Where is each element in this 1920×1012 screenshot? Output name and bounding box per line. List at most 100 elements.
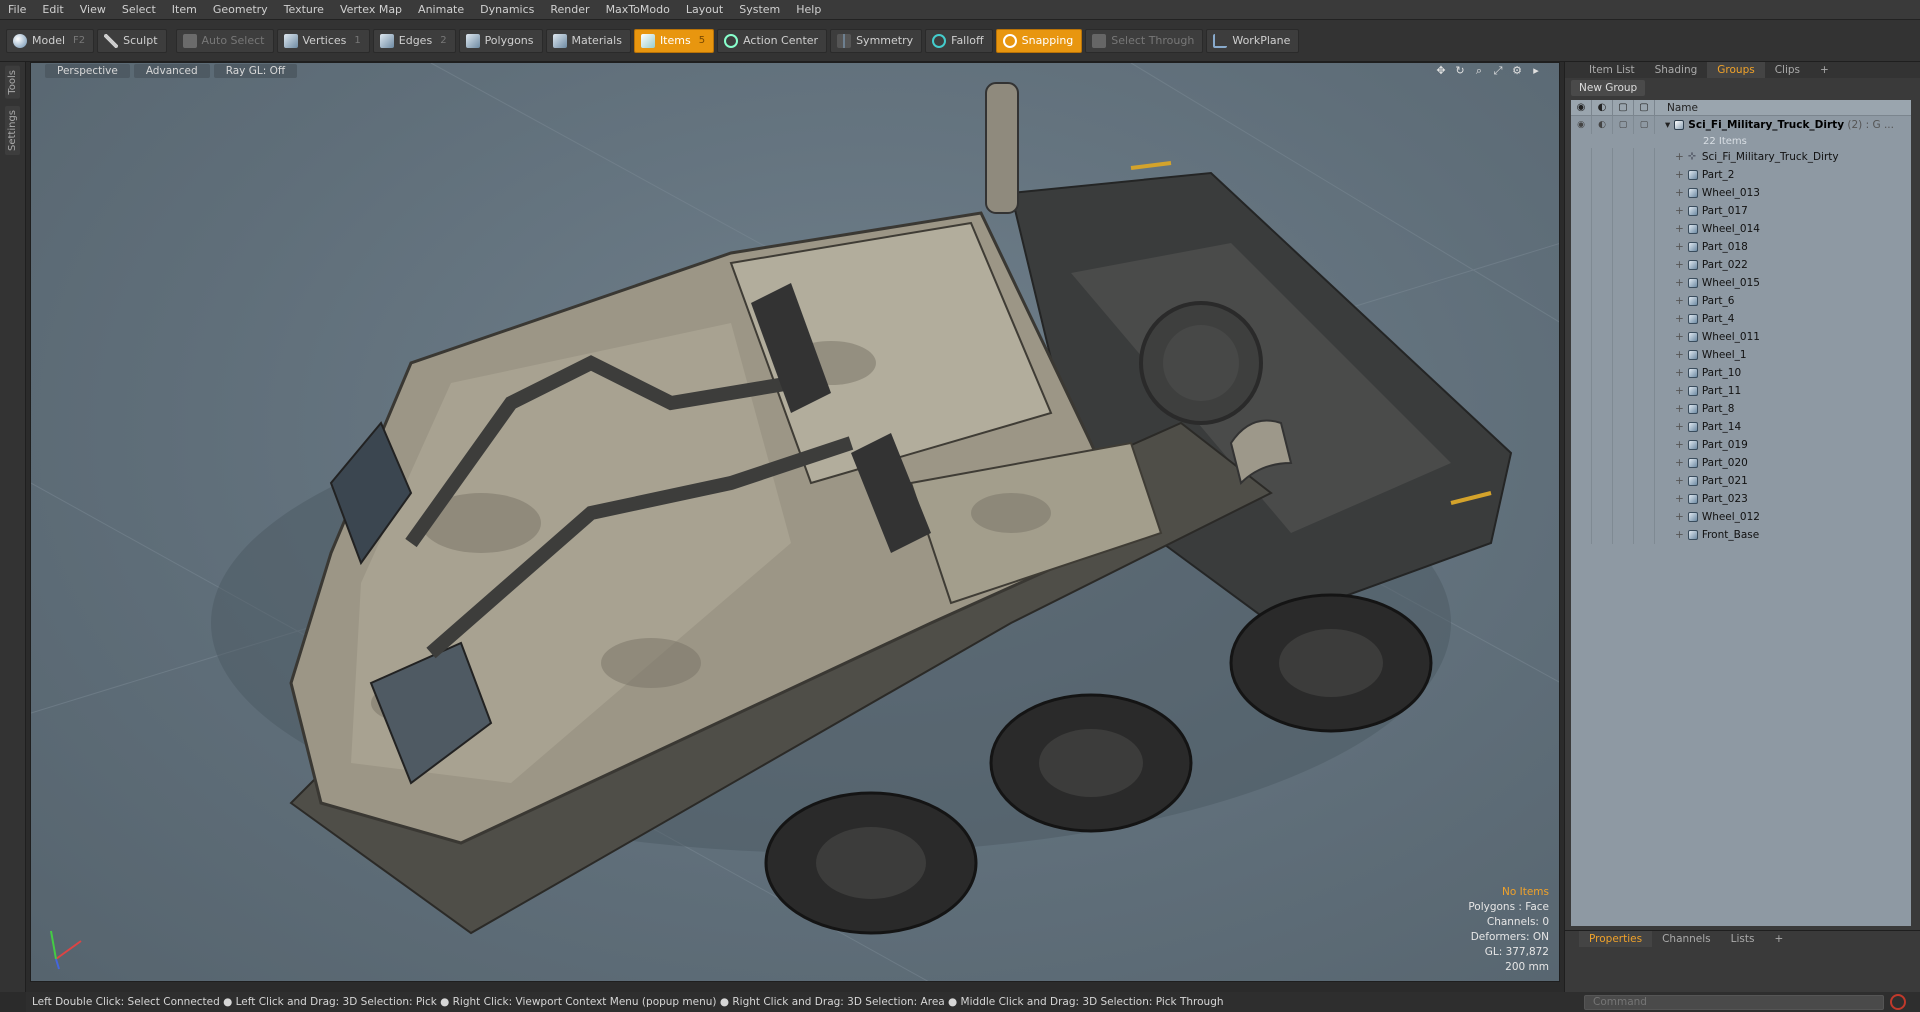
render-icon[interactable]: [1592, 436, 1613, 454]
lock-icon[interactable]: [1613, 220, 1634, 238]
expand-icon[interactable]: +: [1675, 385, 1684, 397]
select-icon[interactable]: [1634, 202, 1655, 220]
lock-icon[interactable]: ▢: [1613, 116, 1634, 134]
lock-icon[interactable]: [1613, 184, 1634, 202]
lock-column-icon[interactable]: ▢: [1613, 100, 1634, 116]
advanced-menu[interactable]: Advanced: [133, 64, 210, 78]
record-icon[interactable]: [1890, 994, 1906, 1010]
menu-system[interactable]: System: [731, 0, 788, 20]
render-icon[interactable]: [1592, 364, 1613, 382]
menu-maxtomodo[interactable]: MaxToModo: [598, 0, 678, 20]
menu-item[interactable]: Item: [164, 0, 205, 20]
lock-icon[interactable]: [1613, 202, 1634, 220]
render-icon[interactable]: [1592, 328, 1613, 346]
menu-animate[interactable]: Animate: [410, 0, 472, 20]
eye-icon[interactable]: [1571, 508, 1592, 526]
add-tab-icon[interactable]: +: [1764, 931, 1793, 947]
menu-layout[interactable]: Layout: [678, 0, 731, 20]
eye-icon[interactable]: [1571, 472, 1592, 490]
render-icon[interactable]: [1592, 256, 1613, 274]
eye-icon[interactable]: [1571, 436, 1592, 454]
action-center-button[interactable]: Action Center: [717, 28, 828, 53]
lock-icon[interactable]: [1613, 400, 1634, 418]
eye-icon[interactable]: [1571, 184, 1592, 202]
render-icon[interactable]: [1592, 508, 1613, 526]
render-icon[interactable]: [1592, 382, 1613, 400]
expand-icon[interactable]: +: [1675, 403, 1684, 415]
list-item[interactable]: + Part_11: [1571, 382, 1911, 400]
menu-select[interactable]: Select: [114, 0, 164, 20]
pan-icon[interactable]: ✥: [1434, 65, 1448, 77]
eye-icon[interactable]: [1571, 400, 1592, 418]
3d-viewport[interactable]: Perspective Advanced Ray GL: Off ✥ ↻ ⌕ ⤢…: [30, 62, 1560, 982]
menu-geometry[interactable]: Geometry: [205, 0, 276, 20]
settings-tab[interactable]: Settings: [5, 106, 20, 156]
select-icon[interactable]: [1634, 292, 1655, 310]
render-icon[interactable]: [1592, 148, 1613, 166]
select-icon[interactable]: [1634, 400, 1655, 418]
menu-vertex-map[interactable]: Vertex Map: [332, 0, 410, 20]
lock-icon[interactable]: [1613, 256, 1634, 274]
lock-icon[interactable]: [1613, 436, 1634, 454]
eye-icon[interactable]: [1571, 274, 1592, 292]
select-icon[interactable]: [1634, 436, 1655, 454]
falloff-button[interactable]: Falloff: [925, 28, 993, 53]
list-item[interactable]: + Wheel_012: [1571, 508, 1911, 526]
model-button[interactable]: Model F2: [6, 28, 95, 53]
eye-icon[interactable]: [1571, 202, 1592, 220]
list-item[interactable]: + Part_018: [1571, 238, 1911, 256]
list-item[interactable]: + Front_Base: [1571, 526, 1911, 544]
list-item[interactable]: + Part_14: [1571, 418, 1911, 436]
list-item[interactable]: + Part_019: [1571, 436, 1911, 454]
select-icon[interactable]: [1634, 328, 1655, 346]
select-icon[interactable]: [1634, 256, 1655, 274]
eye-icon[interactable]: [1571, 148, 1592, 166]
lock-icon[interactable]: [1613, 472, 1634, 490]
expand-icon[interactable]: +: [1675, 439, 1684, 451]
list-item[interactable]: + Part_017: [1571, 202, 1911, 220]
select-icon[interactable]: [1634, 526, 1655, 544]
arrow-right-icon[interactable]: ▸: [1529, 65, 1543, 77]
lock-icon[interactable]: [1613, 418, 1634, 436]
render-icon[interactable]: [1592, 166, 1613, 184]
menu-file[interactable]: File: [0, 0, 34, 20]
select-icon[interactable]: [1634, 166, 1655, 184]
expand-icon[interactable]: +: [1675, 367, 1684, 379]
tab-groups[interactable]: Groups: [1707, 62, 1765, 78]
select-icon[interactable]: [1634, 508, 1655, 526]
menu-view[interactable]: View: [72, 0, 114, 20]
eye-icon[interactable]: [1571, 454, 1592, 472]
list-item[interactable]: + Part_4: [1571, 310, 1911, 328]
vertices-button[interactable]: Vertices 1: [276, 28, 370, 53]
select-column-icon[interactable]: ▢: [1634, 100, 1655, 116]
select-icon[interactable]: [1634, 490, 1655, 508]
maximize-icon[interactable]: ⤢: [1491, 65, 1505, 77]
select-icon[interactable]: [1634, 472, 1655, 490]
render-icon[interactable]: [1592, 202, 1613, 220]
eye-icon[interactable]: ◉: [1571, 116, 1592, 134]
list-item[interactable]: + Wheel_013: [1571, 184, 1911, 202]
select-icon[interactable]: [1634, 148, 1655, 166]
render-icon[interactable]: [1592, 238, 1613, 256]
list-item[interactable]: + Part_020: [1571, 454, 1911, 472]
perspective-menu[interactable]: Perspective: [45, 64, 130, 78]
edges-button[interactable]: Edges 2: [372, 28, 456, 53]
eye-icon[interactable]: [1571, 220, 1592, 238]
eye-icon[interactable]: [1571, 382, 1592, 400]
select-icon[interactable]: [1634, 364, 1655, 382]
list-item[interactable]: + Part_6: [1571, 292, 1911, 310]
list-item[interactable]: + ⊹ Sci_Fi_Military_Truck_Dirty: [1571, 148, 1911, 166]
render-icon[interactable]: [1592, 400, 1613, 418]
render-column-icon[interactable]: ◐: [1592, 100, 1613, 116]
menu-edit[interactable]: Edit: [34, 0, 71, 20]
list-item[interactable]: + Wheel_015: [1571, 274, 1911, 292]
lock-icon[interactable]: [1613, 166, 1634, 184]
tab-lists[interactable]: Lists: [1721, 931, 1765, 947]
list-item[interactable]: + Part_8: [1571, 400, 1911, 418]
add-tab-icon[interactable]: +: [1810, 62, 1839, 78]
tab-properties[interactable]: Properties: [1579, 931, 1653, 947]
expand-icon[interactable]: +: [1675, 277, 1684, 289]
list-item[interactable]: + Part_022: [1571, 256, 1911, 274]
render-icon[interactable]: [1592, 220, 1613, 238]
menu-dynamics[interactable]: Dynamics: [472, 0, 542, 20]
